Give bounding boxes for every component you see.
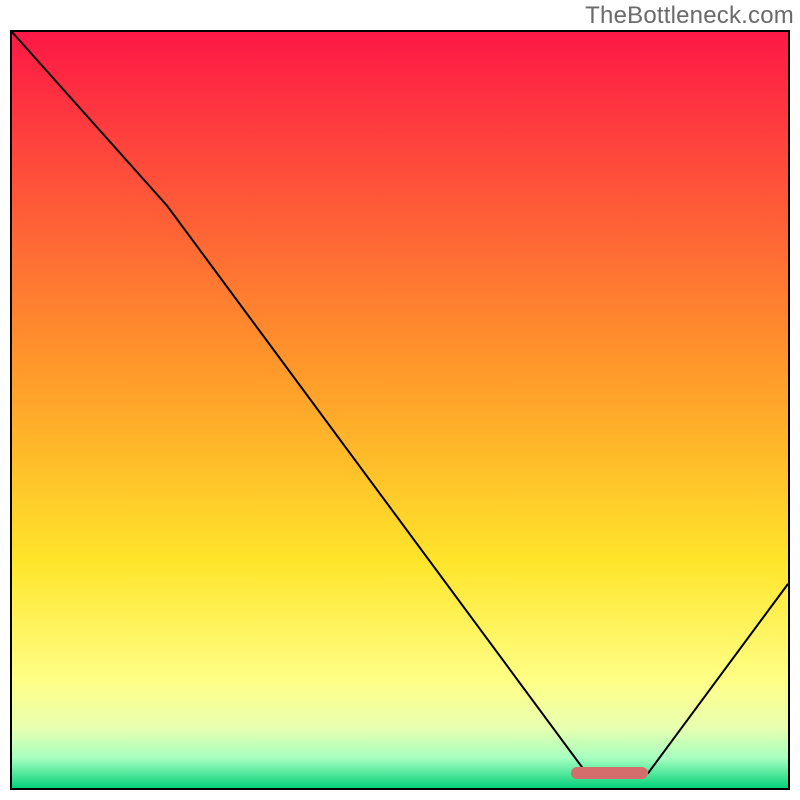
plot-area [10,30,790,790]
watermark-text: TheBottleneck.com [585,2,794,30]
highlight-marker [571,767,649,779]
curve-line [12,32,788,788]
chart-stage: TheBottleneck.com [0,0,800,800]
